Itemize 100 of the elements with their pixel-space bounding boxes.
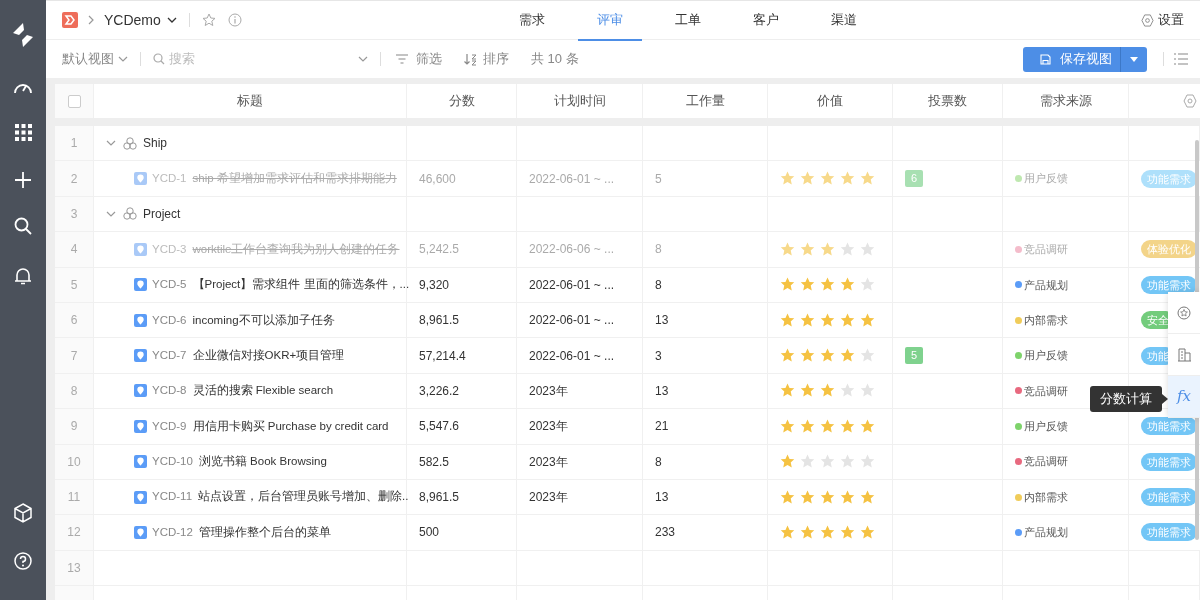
rating-star-icon[interactable]: [840, 312, 855, 328]
rating-star-icon[interactable]: [840, 241, 855, 257]
rating-star-icon[interactable]: [800, 348, 815, 364]
rating-star-icon[interactable]: [860, 277, 875, 293]
rating-star-icon[interactable]: [860, 312, 875, 328]
filter-button[interactable]: 筛选: [396, 49, 442, 69]
star-icon[interactable]: [201, 13, 216, 27]
rating-star-icon[interactable]: [820, 525, 835, 540]
item-title[interactable]: 灵活的搜索 Flexible search: [192, 382, 334, 400]
rating-star-icon[interactable]: [800, 171, 815, 187]
cube-icon[interactable]: [14, 503, 32, 523]
info-icon[interactable]: [227, 13, 242, 27]
rating-star-icon[interactable]: [820, 489, 835, 505]
rating-star-icon[interactable]: [780, 277, 795, 293]
rating-star-icon[interactable]: [860, 489, 875, 505]
rating-star-icon[interactable]: [800, 312, 815, 328]
rating-star-icon[interactable]: [840, 348, 855, 364]
settings-icon: [1141, 13, 1154, 27]
expand-toggle[interactable]: [106, 210, 116, 217]
column-header[interactable]: 计划时间: [553, 91, 606, 111]
rating-star-icon[interactable]: [840, 418, 855, 434]
item-title[interactable]: incoming不可以添加子任务: [192, 311, 335, 329]
tab[interactable]: 工单: [656, 1, 720, 41]
project-switcher[interactable]: YCDemo: [104, 9, 177, 31]
rating-star-icon[interactable]: [800, 525, 815, 540]
rating-star-icon[interactable]: [860, 525, 875, 540]
search-icon[interactable]: [14, 217, 32, 235]
rating-star-icon[interactable]: [860, 348, 875, 364]
add-icon[interactable]: [14, 171, 32, 189]
item-title[interactable]: 用信用卡购买 Purchase by credit card: [192, 417, 389, 435]
tab[interactable]: 客户: [734, 1, 798, 41]
column-header[interactable]: 价值: [817, 91, 843, 111]
item-title[interactable]: 【Project】需求组件 里面的筛选条件，...: [192, 276, 410, 294]
rating-star-icon[interactable]: [780, 171, 795, 187]
rating-star-icon[interactable]: [780, 348, 795, 364]
item-title[interactable]: 企业微信对接OKR+项目管理: [192, 346, 345, 365]
rating-star-icon[interactable]: [780, 418, 795, 434]
item-title[interactable]: 管理操作整个后台的菜单: [198, 523, 331, 542]
rating-star-icon[interactable]: [820, 348, 835, 364]
table-cell-text: 3,226.2: [419, 382, 460, 400]
settings-button[interactable]: 设置: [1141, 10, 1184, 30]
rating-star-icon[interactable]: [800, 454, 815, 470]
side-tool-button[interactable]: [1168, 292, 1200, 334]
rating-star-icon[interactable]: [860, 418, 875, 434]
column-header[interactable]: 标题: [237, 91, 263, 111]
column-header[interactable]: 分数: [448, 91, 475, 111]
select-all-checkbox[interactable]: [67, 94, 81, 108]
rating-star-icon[interactable]: [820, 418, 835, 434]
column-header[interactable]: 投票数: [928, 91, 967, 111]
rating-star-icon[interactable]: [780, 525, 795, 540]
bell-icon[interactable]: [14, 267, 32, 285]
rating-star-icon[interactable]: [820, 241, 835, 257]
rating-star-icon[interactable]: [780, 312, 795, 328]
requirement-icon: [134, 172, 147, 186]
rating-star-icon[interactable]: [820, 454, 835, 470]
rating-star-icon[interactable]: [820, 171, 835, 187]
rating-star-icon[interactable]: [780, 383, 795, 399]
rating-star-icon[interactable]: [860, 454, 875, 470]
rating-star-icon[interactable]: [780, 454, 795, 470]
logo-icon[interactable]: [11, 22, 35, 48]
column-header[interactable]: 需求来源: [1039, 91, 1092, 111]
rating-star-icon[interactable]: [860, 383, 875, 399]
side-tool-button[interactable]: [1168, 334, 1200, 376]
project-logo-icon[interactable]: [62, 12, 78, 28]
item-title[interactable]: 站点设置，后台管理员账号增加、删除..: [198, 488, 409, 506]
rating-star-icon[interactable]: [800, 277, 815, 293]
rating-star-icon[interactable]: [840, 171, 855, 187]
rating-star-icon[interactable]: [840, 277, 855, 293]
rating-star-icon[interactable]: [840, 454, 855, 470]
sort-button[interactable]: 排序: [464, 49, 509, 69]
rating-star-icon[interactable]: [800, 489, 815, 505]
tab[interactable]: 渠道: [812, 1, 876, 41]
help-icon[interactable]: [14, 552, 32, 570]
breadcrumb-chevron-icon: [88, 15, 94, 25]
caret-down-icon[interactable]: [1130, 56, 1138, 62]
expand-toggle[interactable]: [106, 140, 116, 147]
rating-star-icon[interactable]: [800, 241, 815, 257]
item-title[interactable]: 浏览书籍 Book Browsing: [198, 453, 327, 471]
column-header[interactable]: 工作量: [685, 91, 725, 111]
rating-star-icon[interactable]: [860, 241, 875, 257]
rating-star-icon[interactable]: [840, 525, 855, 540]
rating-star-icon[interactable]: [860, 171, 875, 187]
rating-star-icon[interactable]: [820, 277, 835, 293]
view-selector[interactable]: 默认视图: [62, 49, 128, 69]
search-field[interactable]: 搜索: [169, 49, 349, 69]
rating-star-icon[interactable]: [780, 489, 795, 505]
rating-star-icon[interactable]: [780, 241, 795, 257]
rating-star-icon[interactable]: [820, 383, 835, 399]
list-view-icon[interactable]: [1174, 53, 1188, 65]
item-id: YCD-10: [152, 454, 193, 470]
rating-star-icon[interactable]: [800, 418, 815, 434]
apps-grid-icon[interactable]: [14, 124, 32, 141]
rating-star-icon[interactable]: [840, 383, 855, 399]
rating-star-icon[interactable]: [840, 489, 855, 505]
rating-star-icon[interactable]: [800, 383, 815, 399]
tooltip-arrow-icon: [1162, 394, 1168, 404]
settings-icon[interactable]: [1183, 94, 1197, 108]
rating-star-icon[interactable]: [820, 312, 835, 328]
tab[interactable]: 需求: [500, 1, 564, 41]
chevron-down-icon[interactable]: [358, 56, 368, 62]
